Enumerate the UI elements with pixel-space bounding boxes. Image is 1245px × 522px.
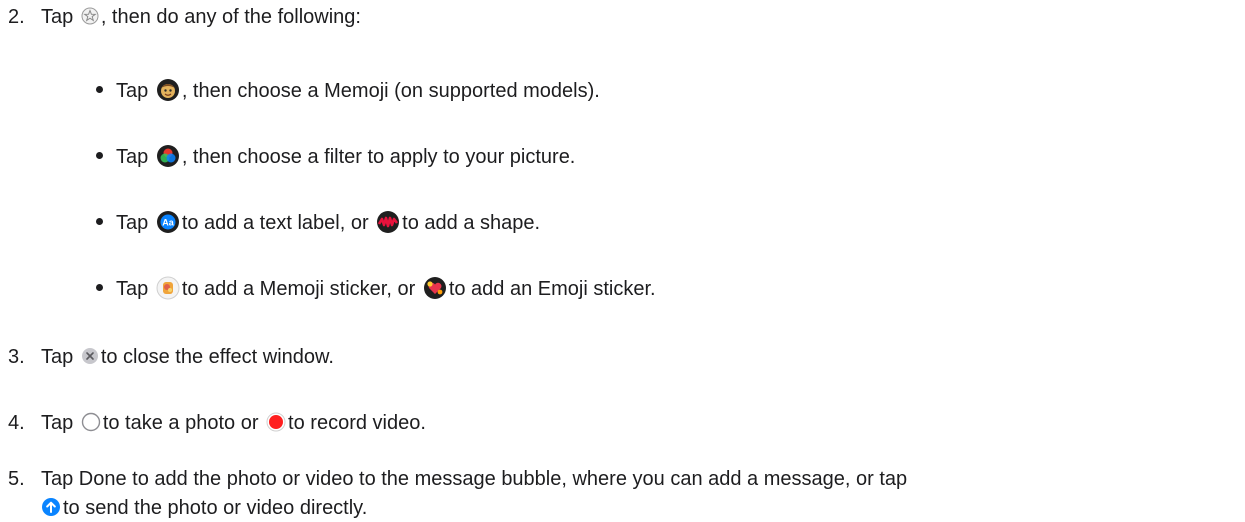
step-2: 2. Tap , then do any of the following: xyxy=(8,3,1233,31)
bullet-text-after: to add an Emoji sticker. xyxy=(448,278,656,300)
bullet-text-mid: to add a text label, or xyxy=(181,212,369,234)
step-5: 5. Tap Done to add the photo or video to … xyxy=(8,465,1233,493)
effects-star-icon xyxy=(81,7,99,25)
memoji-sticker-icon xyxy=(156,276,180,300)
step-text: Tap Done to add the photo or video to th… xyxy=(41,468,908,490)
step-text-after: , then do any of the following: xyxy=(100,6,361,28)
send-arrow-icon xyxy=(41,497,61,517)
bullet-dot xyxy=(96,152,103,160)
svg-text:Aa: Aa xyxy=(162,217,174,227)
bullet-dot xyxy=(96,218,103,226)
bullet-text-after: , then choose a filter to apply to your … xyxy=(181,146,576,168)
bullet-stickers: Tap to add a Memoji sticker, or to add a… xyxy=(96,275,656,303)
step-text-mid: to take a photo or xyxy=(102,412,259,434)
step-text: Tap xyxy=(41,412,74,434)
step-text: Tap xyxy=(41,346,74,368)
step-4: 4. Tap to take a photo or to record video… xyxy=(8,409,1233,437)
step-number: 5. xyxy=(8,468,25,490)
step-number: 2. xyxy=(8,6,25,28)
instruction-list: 2. Tap , then do any of the following: Ta… xyxy=(0,0,1245,519)
step-3: 3. Tap to close the effect window. xyxy=(8,343,1233,371)
bullet-text-shape: Tap Aa to add a text label, or to add a … xyxy=(96,209,540,237)
memoji-icon xyxy=(156,78,180,102)
shutter-icon xyxy=(81,412,101,432)
step-text: Tap xyxy=(41,6,74,28)
shapes-icon xyxy=(376,210,400,234)
step-number: 3. xyxy=(8,346,25,368)
bullet-dot xyxy=(96,284,103,292)
bullet-text: Tap xyxy=(116,212,149,234)
step-text-after: to record video. xyxy=(288,412,426,434)
bullet-memoji: Tap , then choose a Memoji (on supported… xyxy=(96,77,600,105)
emoji-sticker-icon xyxy=(423,276,447,300)
bullet-dot xyxy=(96,86,103,94)
bullet-text-after: , then choose a Memoji (on supported mod… xyxy=(181,80,600,102)
text-label-icon: Aa xyxy=(156,210,180,234)
filters-icon xyxy=(156,144,180,168)
bullet-text: Tap xyxy=(116,80,149,102)
bullet-filters: Tap , then choose a filter to apply to y… xyxy=(96,143,575,171)
record-icon xyxy=(266,412,286,432)
step-number: 4. xyxy=(8,412,25,434)
bullet-text: Tap xyxy=(116,146,149,168)
bullet-text-mid: to add a Memoji sticker, or xyxy=(181,278,416,300)
step-text: to send the photo or video directly. xyxy=(63,497,368,519)
bullet-text-after: to add a shape. xyxy=(402,212,541,234)
step-text-after: to close the effect window. xyxy=(100,346,334,368)
close-circle-icon xyxy=(81,347,99,365)
bullet-text: Tap xyxy=(116,278,149,300)
